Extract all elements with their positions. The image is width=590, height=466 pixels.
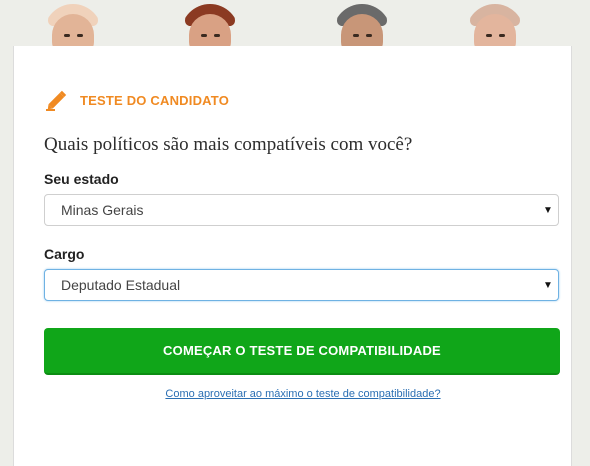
office-select[interactable]: Deputado Estadual ▼ [44, 269, 559, 301]
office-label: Cargo [44, 246, 85, 262]
office-select-value: Deputado Estadual [61, 277, 181, 293]
state-select-value: Minas Gerais [61, 202, 144, 218]
candidate-test-card: TESTE DO CANDIDATO Quais políticos são m… [13, 46, 572, 466]
test-badge: TESTE DO CANDIDATO [44, 88, 229, 112]
pencil-icon [46, 90, 67, 111]
help-link[interactable]: Como aproveitar ao máximo o teste de com… [14, 388, 590, 400]
question-heading: Quais políticos são mais compatíveis com… [44, 134, 413, 155]
badge-label: TESTE DO CANDIDATO [80, 92, 230, 108]
state-select[interactable]: Minas Gerais ▼ [44, 194, 559, 226]
chevron-down-icon: ▼ [543, 279, 553, 291]
chevron-down-icon: ▼ [543, 204, 553, 216]
start-test-button[interactable]: COMEÇAR O TESTE DE COMPATIBILIDADE [44, 328, 560, 375]
state-label: Seu estado [44, 171, 119, 187]
